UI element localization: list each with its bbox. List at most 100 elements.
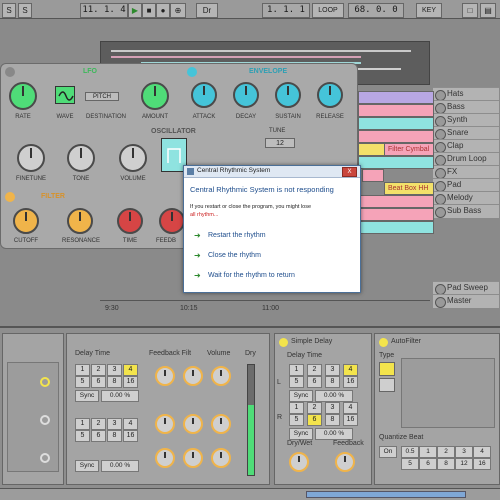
quantize-value[interactable]: 2	[437, 446, 455, 458]
quantize-value[interactable]: 6	[419, 458, 437, 470]
close-icon[interactable]: X	[342, 167, 357, 177]
restart-option[interactable]: ➜ Restart the rhythm	[194, 229, 354, 243]
beat-5[interactable]: 5	[289, 414, 304, 426]
beat-8[interactable]: 8	[107, 430, 122, 442]
close-option[interactable]: ➜ Close the rhythm	[194, 249, 354, 263]
beat-2[interactable]: 2	[307, 364, 322, 376]
mode-button[interactable]: □	[462, 3, 478, 18]
dialog-titlebar[interactable]: Central Rhythmic System X	[184, 166, 360, 178]
loop-length-display[interactable]: 68. 0. 0	[348, 3, 404, 18]
track-header[interactable]: Pad Sweep	[433, 281, 499, 295]
lfo-power-icon[interactable]	[5, 67, 15, 77]
beat-5[interactable]: 5	[75, 376, 90, 388]
track-header[interactable]: Pad	[433, 178, 499, 192]
quantize-value[interactable]: 3	[455, 446, 473, 458]
beat-6[interactable]: 6	[307, 376, 322, 388]
clip[interactable]	[358, 156, 434, 169]
sync-toggle[interactable]: Sync	[289, 390, 313, 402]
quantize-value[interactable]: 5	[401, 458, 419, 470]
quantize-value[interactable]: 16	[473, 458, 491, 470]
midi-button[interactable]: S	[2, 3, 16, 18]
overdub-icon[interactable]: ⊕	[170, 3, 186, 18]
beat-3[interactable]: 3	[325, 402, 340, 414]
beat-4[interactable]: 4	[343, 402, 358, 414]
clip[interactable]	[358, 91, 434, 104]
sync-value[interactable]: 0.00 %	[101, 460, 139, 472]
decay-knob[interactable]	[233, 82, 259, 108]
beat-4[interactable]: 4	[343, 364, 358, 376]
beat-3[interactable]: 3	[107, 418, 122, 430]
sync-toggle[interactable]: Sync	[289, 428, 313, 440]
track-header[interactable]: Drum Loop	[433, 152, 499, 166]
feedback-knob[interactable]	[335, 452, 355, 472]
beat-5[interactable]: 5	[289, 376, 304, 388]
clip[interactable]	[358, 221, 434, 234]
beat-3[interactable]: 3	[107, 364, 122, 376]
quantize-value[interactable]: 12	[455, 458, 473, 470]
track-header[interactable]: Hats	[433, 87, 499, 101]
quantize-value[interactable]: 0.5	[401, 446, 419, 458]
sync-value[interactable]: 0.00 %	[101, 390, 139, 402]
key-button[interactable]: KEY	[416, 3, 442, 18]
destination-select[interactable]: PITCH	[85, 92, 119, 101]
sync-button[interactable]: S	[18, 3, 32, 18]
beat-6[interactable]: 6	[91, 430, 106, 442]
clip[interactable]	[358, 208, 434, 221]
xy-handle[interactable]	[40, 453, 50, 463]
power-icon[interactable]	[379, 338, 388, 347]
track-header[interactable]: Melody	[433, 191, 499, 205]
draw-mode-button[interactable]: Dr	[196, 3, 218, 18]
resonance-knob[interactable]	[67, 208, 93, 234]
stop-icon[interactable]: ■	[142, 3, 156, 18]
track-header[interactable]: Snare	[433, 126, 499, 140]
filter-type-highpass[interactable]	[379, 378, 395, 392]
time-knob[interactable]	[117, 208, 143, 234]
loop-start-display[interactable]: 1. 1. 1	[262, 3, 310, 18]
track-header[interactable]: Sub Bass	[433, 204, 499, 218]
beat-1[interactable]: 1	[289, 402, 304, 414]
scroll-thumb[interactable]	[306, 491, 466, 498]
track-header[interactable]: Bass	[433, 100, 499, 114]
sync-value[interactable]: 0.00 %	[315, 390, 353, 402]
filter-display[interactable]	[401, 358, 495, 428]
filter-type-lowpass[interactable]	[379, 362, 395, 376]
position-display[interactable]: 11. 1. 4	[80, 3, 128, 18]
xy-handle[interactable]	[40, 415, 50, 425]
sustain-knob[interactable]	[275, 82, 301, 108]
filter-power-icon[interactable]	[5, 192, 15, 202]
track-header[interactable]: Clap	[433, 139, 499, 153]
wait-option[interactable]: ➜ Wait for the rhythm to return	[194, 269, 354, 283]
track-header[interactable]: FX	[433, 165, 499, 179]
volume-knob[interactable]	[119, 144, 147, 172]
beat-16[interactable]: 16	[343, 414, 358, 426]
quantize-value[interactable]: 8	[437, 458, 455, 470]
sync-value[interactable]: 0.00 %	[315, 428, 353, 440]
beat-3[interactable]: 3	[325, 364, 340, 376]
beat-16[interactable]: 16	[123, 430, 138, 442]
release-knob[interactable]	[317, 82, 343, 108]
clip[interactable]	[358, 143, 386, 156]
beat-1[interactable]: 1	[75, 418, 90, 430]
track-header[interactable]: Synth	[433, 113, 499, 127]
clip-filter-cymbal[interactable]: Filter Cymbal	[384, 143, 434, 156]
clip[interactable]	[358, 130, 434, 143]
attack-knob[interactable]	[191, 82, 217, 108]
beat-2[interactable]: 2	[91, 364, 106, 376]
sync-toggle[interactable]: Sync	[75, 390, 99, 402]
beat-8[interactable]: 8	[107, 376, 122, 388]
beat-4[interactable]: 4	[123, 418, 138, 430]
beat-4[interactable]: 4	[123, 364, 138, 376]
beat-16[interactable]: 16	[343, 376, 358, 388]
finetune-knob[interactable]	[17, 144, 45, 172]
clip[interactable]	[362, 169, 384, 182]
record-icon[interactable]: ●	[156, 3, 170, 18]
amount-knob[interactable]	[141, 82, 169, 110]
filter-knob[interactable]	[183, 414, 203, 434]
beat-1[interactable]: 1	[289, 364, 304, 376]
beat-5[interactable]: 5	[75, 430, 90, 442]
tune-value[interactable]: 12	[265, 138, 295, 148]
filter-knob[interactable]	[155, 414, 175, 434]
beat-8[interactable]: 8	[325, 414, 340, 426]
filter-knob[interactable]	[183, 448, 203, 468]
sync-toggle[interactable]: Sync	[75, 460, 99, 472]
